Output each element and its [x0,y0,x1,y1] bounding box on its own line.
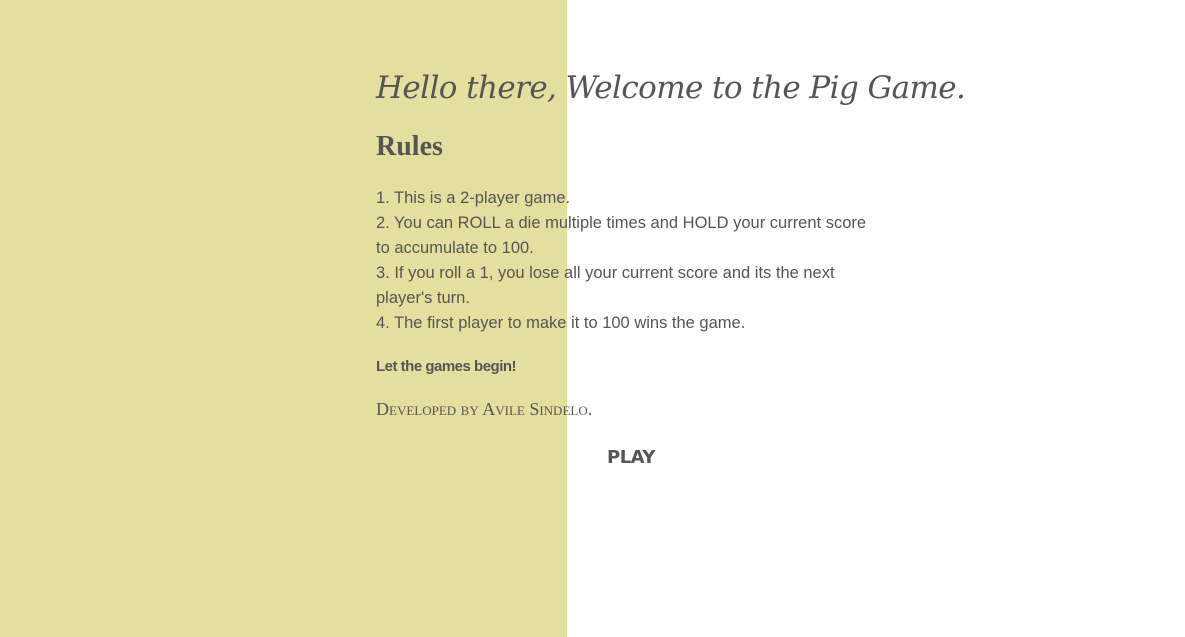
welcome-title: Hello there, Welcome to the Pig Game. [376,70,966,106]
developer-credit: Developed by Avile Sindelo. [376,399,593,419]
rule-item: 3. If you roll a 1, you lose all your cu… [376,264,835,307]
rule-item: 4. The first player to make it to 100 wi… [376,314,746,332]
rules-heading: Rules [376,131,443,162]
rules-list: 1. This is a 2-player game. 2. You can R… [376,186,876,336]
rule-item: 1. This is a 2-player game. [376,189,571,207]
play-button[interactable]: PLAY [607,446,655,470]
rule-item: 2. You can ROLL a die multiple times and… [376,214,867,257]
intro-content: Hello there, Welcome to the Pig Game. Ru… [376,66,966,420]
tagline: Let the games begin! [376,358,517,375]
